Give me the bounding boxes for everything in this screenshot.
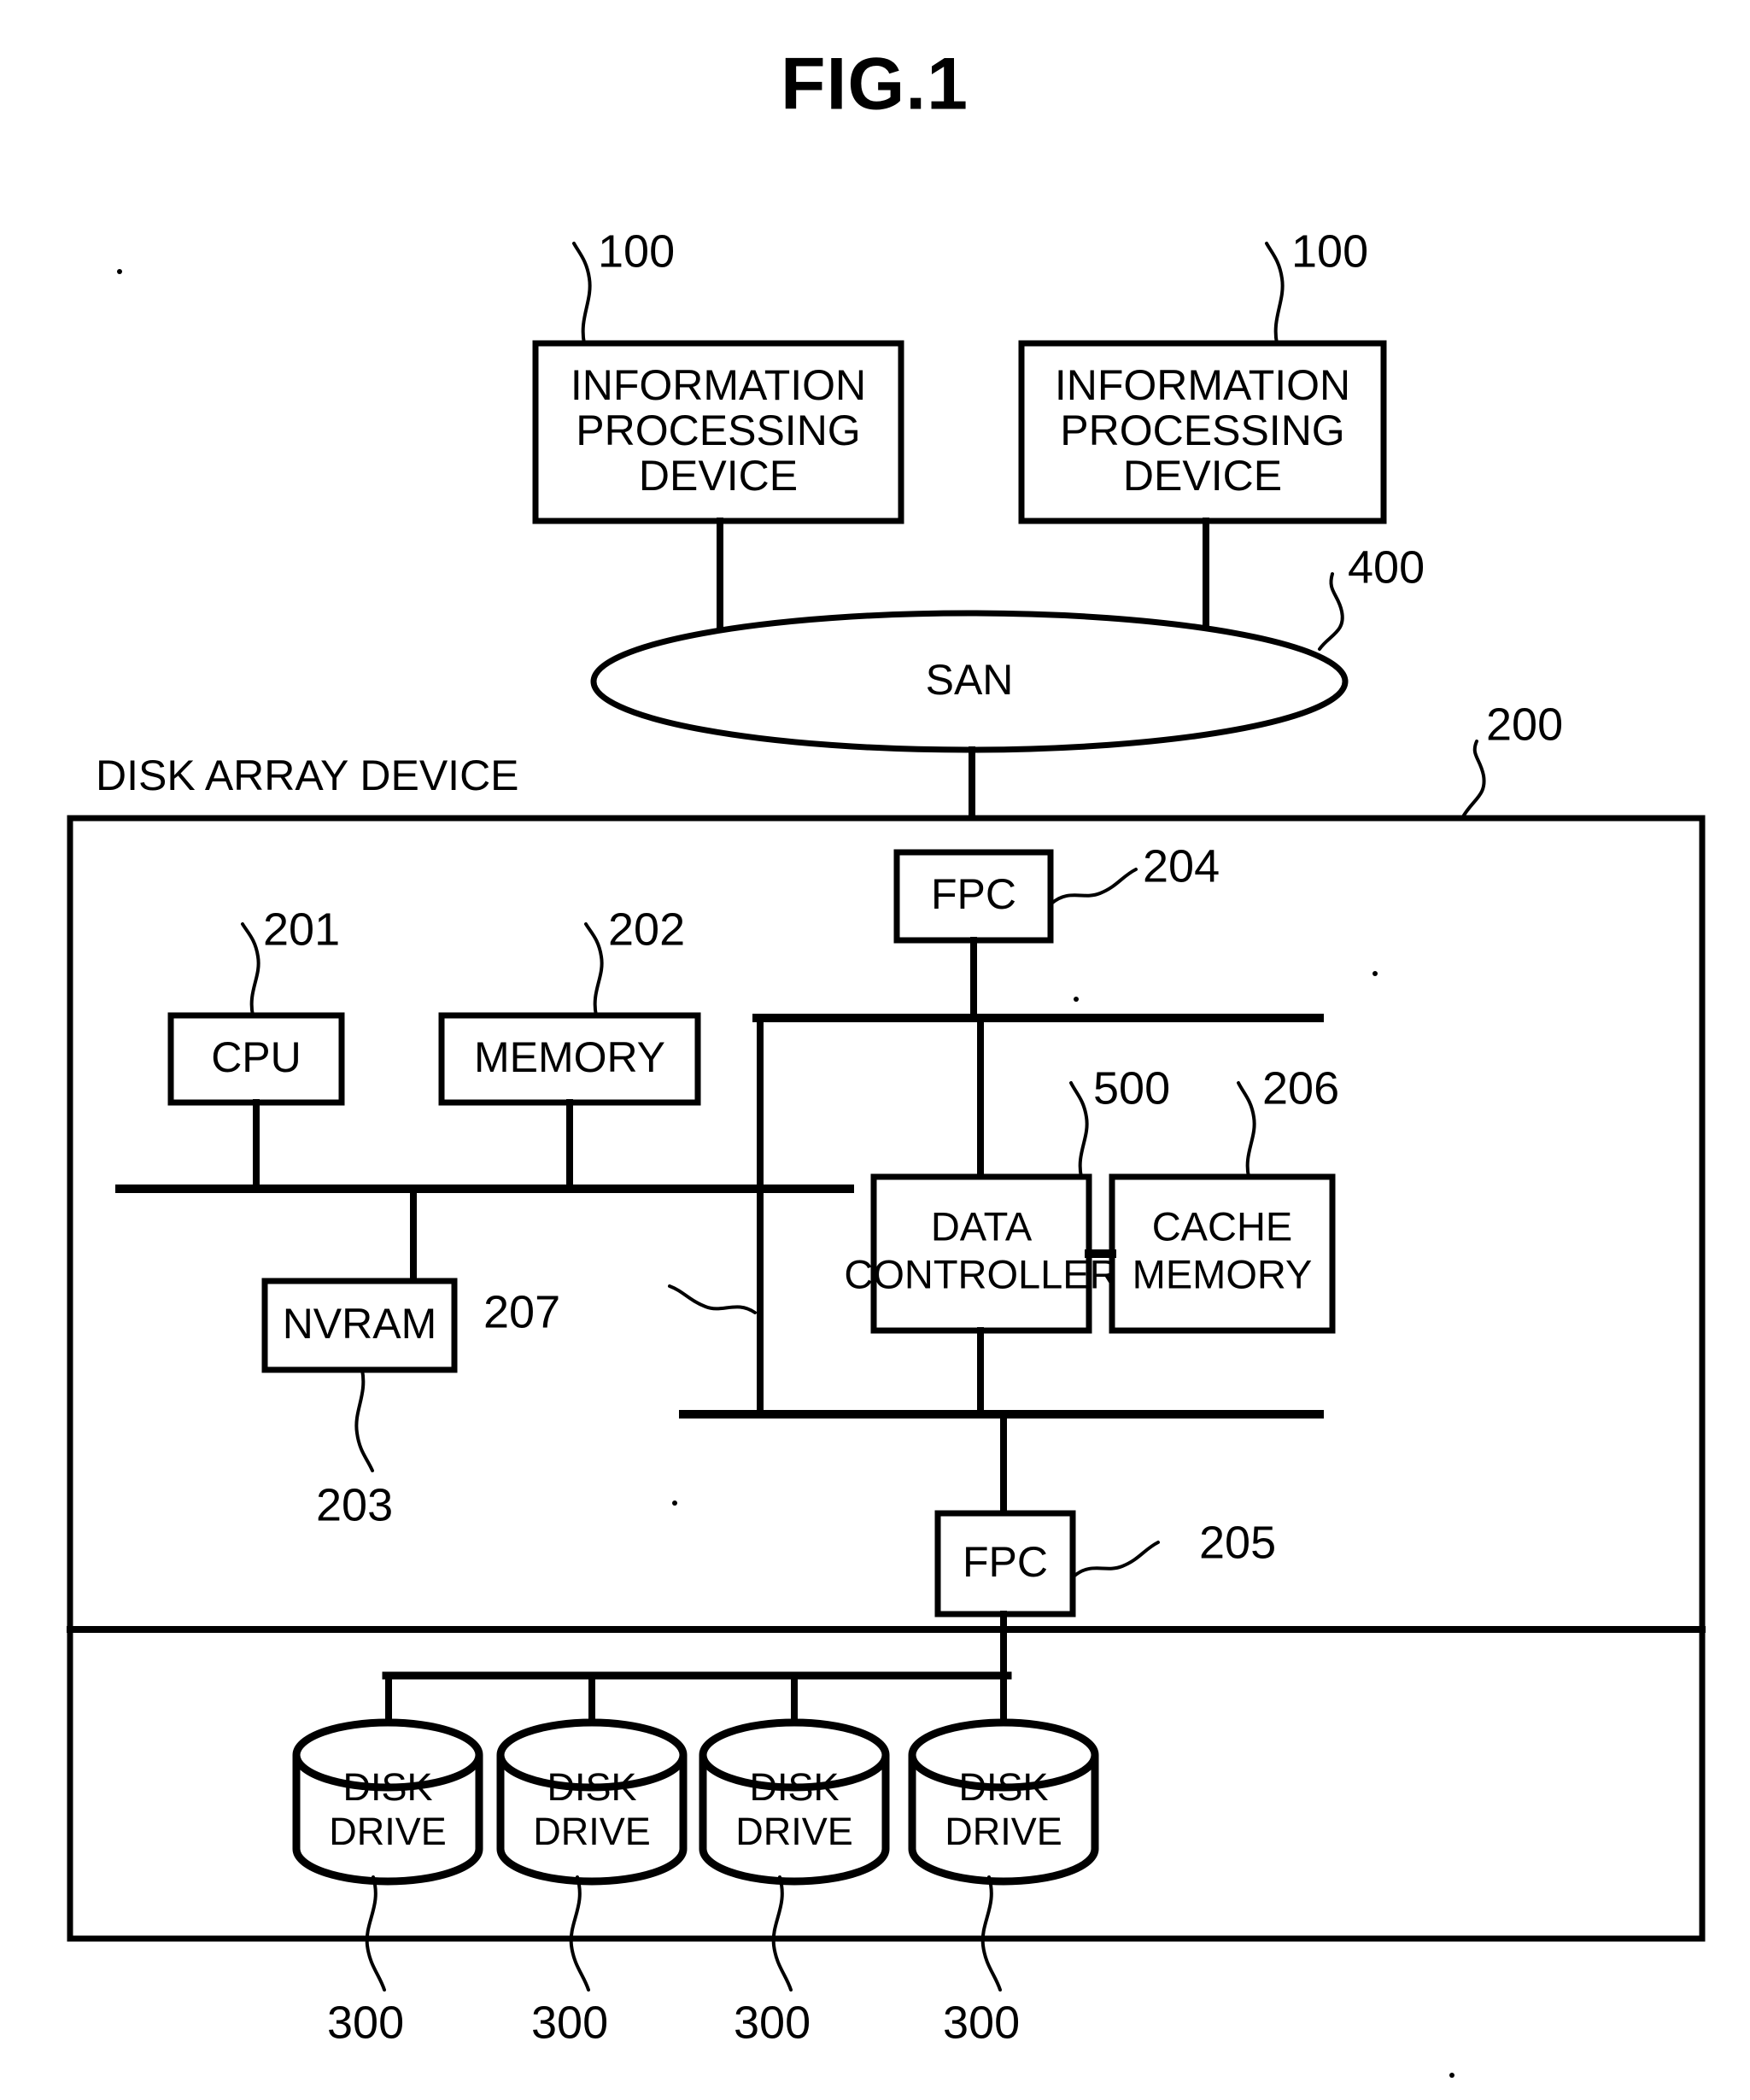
scan-speck [1372,971,1378,976]
ref-200: 200 [1486,699,1563,750]
ref-202: 202 [608,904,685,955]
ref-205: 205 [1199,1517,1276,1568]
patent-figure-page: FIG.1 INFORMATION PROCESSING DEVICE 100 … [0,0,1750,2100]
ref-300-2: 300 [531,1997,608,2048]
disk-drive-3-label-line2: DRIVE [735,1810,853,1853]
disk-drive-1-label-line1: DISK [342,1765,432,1809]
disk-drive-2-label-line1: DISK [547,1765,636,1809]
ref-400: 400 [1348,541,1425,593]
ref-203: 203 [316,1479,393,1530]
ref-204: 204 [1143,840,1220,892]
ref-100-left: 100 [598,225,675,277]
ref-300-1: 300 [327,1997,404,2048]
ipd2-label-line3: DEVICE [1123,452,1282,500]
fpc-lower-label: FPC [963,1538,1048,1586]
ref-207: 207 [483,1286,560,1337]
disk-drive-1-label-line2: DRIVE [329,1810,447,1853]
ref-500: 500 [1093,1062,1170,1114]
figure-canvas: FIG.1 INFORMATION PROCESSING DEVICE 100 … [67,44,1706,2078]
ipd1-label-line3: DEVICE [639,452,798,500]
ref-100-right: 100 [1291,225,1368,277]
scan-speck [1074,997,1079,1002]
scan-speck [1449,2073,1454,2078]
fpc-upper-label: FPC [931,870,1016,918]
ipd2-label-line2: PROCESSING [1060,407,1344,454]
ipd1-label-line2: PROCESSING [576,407,860,454]
disk-drive-2-label-line2: DRIVE [533,1810,651,1853]
nvram-label: NVRAM [283,1300,437,1348]
disk-drive-4-label-line1: DISK [958,1765,1048,1809]
ref-201: 201 [263,904,340,955]
ipd2-label-line1: INFORMATION [1055,361,1350,409]
ref-300-3: 300 [734,1997,811,2048]
data-controller-label-line2: CONTROLLER [844,1251,1118,1296]
scan-speck [117,269,122,274]
disk-array-device-label: DISK ARRAY DEVICE [96,752,519,799]
disk-drive-4-label-line2: DRIVE [945,1810,1062,1853]
memory-label: MEMORY [474,1033,665,1081]
scan-speck [672,1500,677,1506]
cache-memory-label-line2: MEMORY [1133,1251,1313,1296]
cpu-label: CPU [211,1033,301,1081]
data-controller-label-line1: DATA [931,1203,1033,1249]
figure-title: FIG.1 [781,44,969,126]
ipd1-label-line1: INFORMATION [571,361,866,409]
san-label: SAN [926,656,1014,704]
disk-drive-3-label-line1: DISK [749,1765,839,1809]
ref-206: 206 [1262,1062,1339,1114]
ref-300-4: 300 [943,1997,1020,2048]
cache-memory-label-line1: CACHE [1152,1203,1293,1249]
